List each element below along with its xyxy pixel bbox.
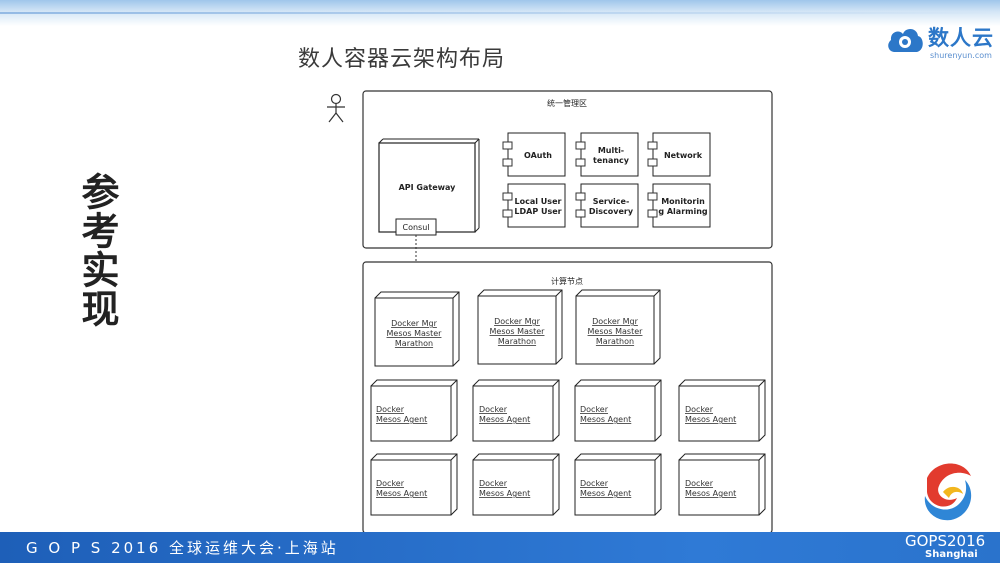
component-label: LDAP User <box>514 207 561 216</box>
agent-node: Docker Mesos Agent <box>472 453 560 516</box>
component-label: Network <box>664 151 703 160</box>
agent-node: Docker Mesos Agent <box>574 379 662 442</box>
node-label: Marathon <box>395 339 433 348</box>
node-label: Docker <box>479 479 508 488</box>
master-node: Docker Mgr Mesos Master Marathon <box>374 291 460 367</box>
node-label: Marathon <box>596 337 634 346</box>
footer-bar: G O P S 2016 全球运维大会·上海站 <box>0 532 1000 563</box>
node-label: Docker Mgr <box>592 317 639 326</box>
node-label: Docker <box>580 405 609 414</box>
agent-node: Docker Mesos Agent <box>678 379 766 442</box>
node-label: Mesos Agent <box>580 415 631 424</box>
node-label: Mesos Master <box>588 327 644 336</box>
mgmt-zone-title: 统一管理区 <box>547 98 587 108</box>
node-label: Mesos Agent <box>580 489 631 498</box>
node-label: Docker <box>685 405 714 414</box>
node-label: Mesos Agent <box>376 415 427 424</box>
api-gateway-box: API Gateway Consul <box>378 138 480 236</box>
component-monitoring: Monitorin g Alarming <box>647 183 711 228</box>
node-label: Mesos Master <box>387 329 443 338</box>
component-label: Local User <box>515 197 562 206</box>
node-label: Docker <box>685 479 714 488</box>
agent-node: Docker Mesos Agent <box>472 379 560 442</box>
compute-zone-title: 计算节点 <box>551 276 583 286</box>
footer-text: G O P S 2016 全球运维大会·上海站 <box>26 539 339 557</box>
component-label: Service- <box>593 197 630 206</box>
agent-node: Docker Mesos Agent <box>370 379 458 442</box>
node-label: Mesos Agent <box>685 489 736 498</box>
node-label: Docker <box>580 479 609 488</box>
user-actor-icon <box>327 93 345 123</box>
node-label: Mesos Agent <box>376 489 427 498</box>
gops-brand-text: GOPS2016 <box>905 532 986 550</box>
node-label: Mesos Agent <box>479 489 530 498</box>
component-label: tenancy <box>593 156 630 165</box>
node-label: Mesos Master <box>490 327 546 336</box>
component-local-user: Local User LDAP User <box>502 183 566 228</box>
node-label: Mesos Agent <box>479 415 530 424</box>
node-label: Docker <box>479 405 508 414</box>
node-label: Docker Mgr <box>391 319 438 328</box>
component-label: Multi- <box>598 146 624 155</box>
architecture-diagram: 统一管理区 API Gateway Consul OAuth Multi- te… <box>327 90 773 534</box>
component-multi-tenancy: Multi- tenancy <box>575 132 639 177</box>
agent-node: Docker Mesos Agent <box>678 453 766 516</box>
component-oauth: OAuth <box>502 132 566 177</box>
gops-brand-subtext: Shanghai <box>925 549 978 560</box>
component-network: Network <box>647 132 711 177</box>
consul-label: Consul <box>402 223 429 232</box>
component-service-discovery: Service- Discovery <box>575 183 639 228</box>
component-label: Monitorin <box>661 197 705 206</box>
component-label: Discovery <box>589 207 634 216</box>
component-label: OAuth <box>524 151 552 160</box>
node-label: Docker <box>376 405 405 414</box>
api-gateway-label: API Gateway <box>399 183 457 192</box>
node-label: Marathon <box>498 337 536 346</box>
node-label: Docker <box>376 479 405 488</box>
node-label: Docker Mgr <box>494 317 541 326</box>
master-node: Docker Mgr Mesos Master Marathon <box>575 289 661 365</box>
component-label: g Alarming <box>658 207 708 216</box>
node-label: Mesos Agent <box>685 415 736 424</box>
agent-node: Docker Mesos Agent <box>574 453 662 516</box>
master-node: Docker Mgr Mesos Master Marathon <box>477 289 563 365</box>
agent-node: Docker Mesos Agent <box>370 453 458 516</box>
